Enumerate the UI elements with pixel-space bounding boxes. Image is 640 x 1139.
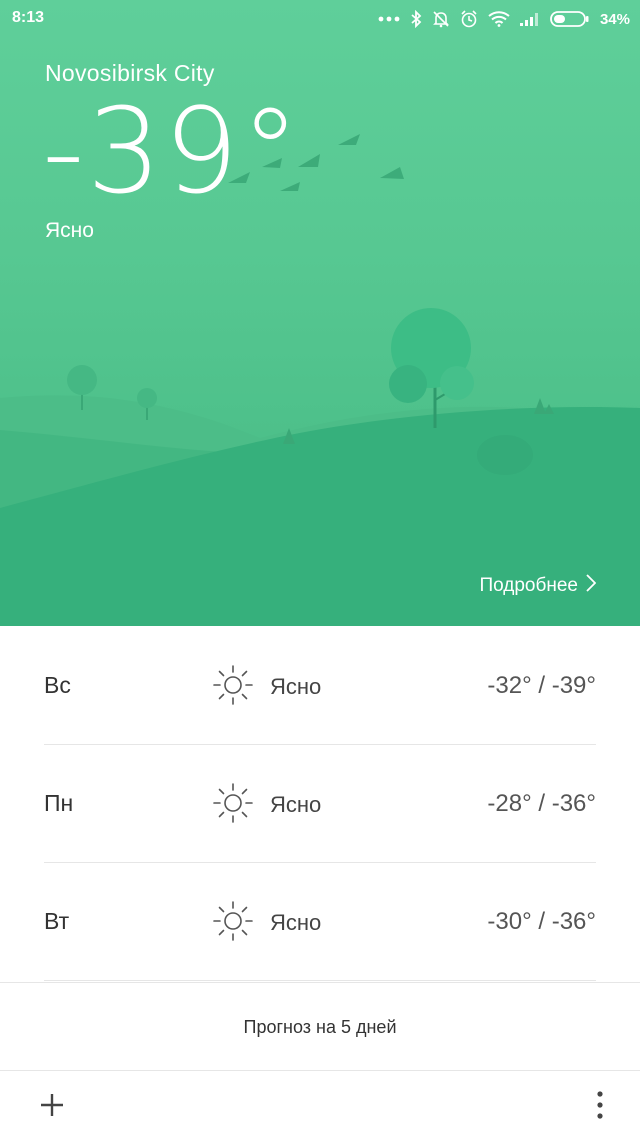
details-link[interactable]: Подробнее — [479, 574, 597, 598]
forecast-row[interactable]: Пн Ясно -28° / -36° — [44, 744, 596, 863]
mute-icon — [432, 10, 450, 28]
current-condition: Ясно — [45, 219, 94, 242]
details-label: Подробнее — [479, 575, 578, 596]
sun-icon — [213, 901, 253, 941]
forecast-condition: Ясно — [270, 674, 322, 699]
battery-percent: 34% — [599, 10, 630, 28]
forecast-row[interactable]: Вс Ясно -32° / -39° — [44, 626, 596, 745]
status-time: 8:13 — [12, 9, 45, 26]
signal-icon — [519, 12, 540, 26]
forecast-range: -30° / -36° — [487, 908, 596, 935]
sun-icon — [213, 665, 253, 705]
more-dots-icon — [378, 16, 400, 22]
five-day-label: Прогноз на 5 дней — [243, 1016, 397, 1037]
forecast-row[interactable]: Вт Ясно -30° / -36° — [44, 862, 596, 981]
add-city-button[interactable] — [36, 1089, 68, 1121]
wifi-icon — [488, 11, 510, 27]
status-bar: 8:13 34% — [0, 0, 640, 38]
weather-hero: 8:13 34% Novosibirsk City -39° Ясно Подр… — [0, 0, 640, 626]
sun-icon — [213, 783, 253, 823]
chevron-right-icon — [586, 574, 597, 598]
forecast-day: Пн — [44, 790, 74, 816]
bottom-bar — [0, 1070, 640, 1139]
forecast-range: -28° / -36° — [487, 790, 596, 817]
battery-icon — [550, 10, 590, 28]
current-temperature: -39° — [42, 82, 302, 220]
forecast-condition: Ясно — [270, 910, 322, 935]
forecast-day: Вс — [44, 672, 71, 698]
more-options-button[interactable] — [586, 1087, 614, 1123]
five-day-forecast-button[interactable]: Прогноз на 5 дней — [0, 982, 640, 1071]
forecast-condition: Ясно — [270, 792, 322, 817]
alarm-icon — [460, 10, 478, 28]
forecast-day: Вт — [44, 908, 70, 934]
status-icons: 34% — [378, 6, 630, 32]
forecast-range: -32° / -39° — [487, 672, 596, 699]
bluetooth-icon — [410, 10, 422, 28]
